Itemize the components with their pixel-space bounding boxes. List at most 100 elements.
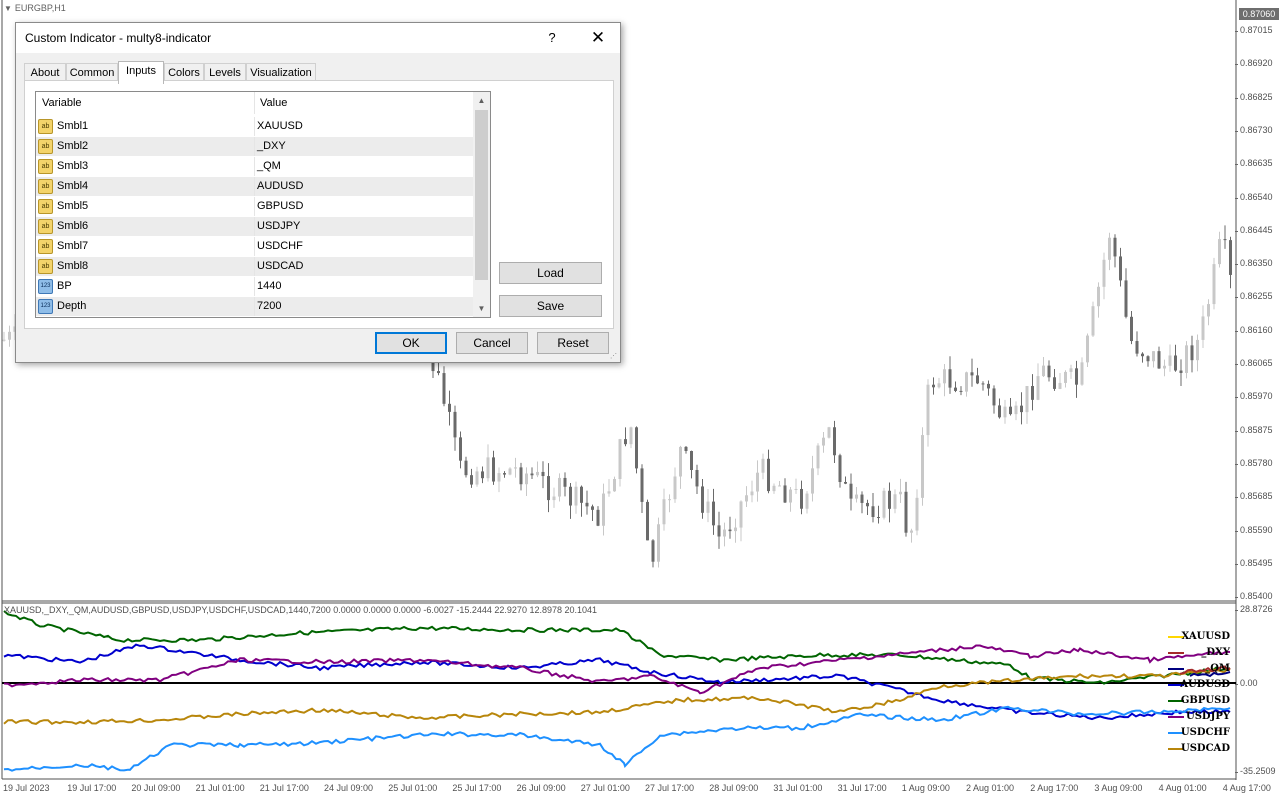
help-button[interactable]: ? bbox=[538, 23, 566, 53]
custom-indicator-dialog: Custom Indicator - multy8-indicator ? ✕ … bbox=[15, 22, 621, 363]
indicator-tick-label: 28.8726 bbox=[1235, 604, 1273, 614]
variable-value[interactable]: 7200 bbox=[257, 300, 281, 312]
price-tick-label: 0.85590 bbox=[1235, 524, 1273, 535]
cancel-button[interactable]: Cancel bbox=[456, 332, 528, 354]
variable-value[interactable]: 1440 bbox=[257, 280, 281, 292]
tab-inputs[interactable]: Inputs bbox=[118, 61, 164, 84]
legend-swatch bbox=[1168, 668, 1184, 670]
string-type-icon: ab bbox=[38, 239, 53, 254]
scroll-up-icon[interactable]: ▲ bbox=[473, 92, 490, 109]
table-scrollbar[interactable]: ▲ ▼ bbox=[473, 92, 490, 317]
price-tick-label: 0.87015 bbox=[1235, 25, 1273, 35]
scroll-thumb[interactable] bbox=[475, 110, 488, 280]
table-row[interactable]: ab Smbl5 GBPUSD bbox=[36, 197, 473, 217]
legend-label: GBPUSD bbox=[1180, 695, 1230, 706]
indicator-label: XAUUSD,_DXY,_QM,AUDUSD,GBPUSD,USDJPY,USD… bbox=[4, 605, 598, 615]
time-tick-label: 31 Jul 01:00 bbox=[773, 783, 823, 793]
time-tick-label: 3 Aug 09:00 bbox=[1094, 783, 1143, 793]
time-tick-label: 4 Aug 17:00 bbox=[1222, 783, 1271, 793]
time-tick-label: 21 Jul 17:00 bbox=[259, 783, 309, 793]
time-tick-label: 27 Jul 17:00 bbox=[645, 783, 695, 793]
table-row[interactable]: ab Smbl8 USDCAD bbox=[36, 257, 473, 277]
price-tick-label: 0.86540 bbox=[1235, 191, 1273, 202]
variable-name: Smbl3 bbox=[57, 160, 89, 172]
string-type-icon: ab bbox=[38, 179, 53, 194]
table-row[interactable]: ab Smbl1 XAUUSD bbox=[36, 117, 473, 137]
variable-name: Depth bbox=[57, 300, 87, 312]
legend-label: XAUUSD bbox=[1181, 631, 1231, 642]
load-button[interactable]: Load bbox=[499, 262, 602, 284]
price-tick-label: 0.86825 bbox=[1235, 91, 1273, 102]
table-row[interactable]: ab Smbl6 USDJPY bbox=[36, 217, 473, 237]
time-tick-label: 24 Jul 09:00 bbox=[324, 783, 374, 793]
indicator-series-line bbox=[3, 610, 1231, 685]
table-row[interactable]: 123 BP 1440 bbox=[36, 277, 473, 297]
ok-button[interactable]: OK bbox=[375, 332, 447, 354]
resize-grip-icon[interactable]: ⋰ bbox=[610, 352, 618, 360]
time-tick-label: 4 Aug 01:00 bbox=[1158, 783, 1207, 793]
inputs-table[interactable]: Variable Value ab Smbl1 XAUUSD ab Smbl2 _DXY a… bbox=[35, 91, 491, 318]
variable-value[interactable]: GBPUSD bbox=[257, 200, 303, 212]
legend-label: USDJPY bbox=[1185, 711, 1230, 722]
price-scale: 0.87015 0.86920 0.86825 0.86730 0.86635 0.865… bbox=[1235, 0, 1280, 602]
time-tick-label: 19 Jul 17:00 bbox=[67, 783, 117, 793]
time-tick-label: 2 Aug 01:00 bbox=[966, 783, 1015, 793]
price-tick-label: 0.85495 bbox=[1235, 557, 1273, 568]
table-row[interactable]: ab Smbl3 _QM bbox=[36, 157, 473, 177]
string-type-icon: ab bbox=[38, 139, 53, 154]
indicator-scale: 28.8726 0.00 -35.2509 bbox=[1235, 603, 1280, 779]
table-row[interactable]: ab Smbl4 AUDUSD bbox=[36, 177, 473, 197]
price-tick-label: 0.85685 bbox=[1235, 491, 1273, 502]
price-tick-label: 0.86730 bbox=[1235, 124, 1273, 135]
variable-value[interactable]: AUDUSD bbox=[257, 180, 303, 192]
time-tick-label: 21 Jul 01:00 bbox=[195, 783, 245, 793]
column-header-variable[interactable]: Variable bbox=[42, 97, 82, 109]
time-tick-label: 25 Jul 17:00 bbox=[452, 783, 502, 793]
indicator-tick-label: 0.00 bbox=[1235, 678, 1258, 688]
indicator-lines bbox=[3, 610, 1231, 772]
price-tick-label: 0.85400 bbox=[1235, 591, 1273, 602]
number-type-icon: 123 bbox=[38, 299, 53, 314]
variable-value[interactable]: USDCHF bbox=[257, 240, 303, 252]
variable-value[interactable]: USDCAD bbox=[257, 260, 303, 272]
time-tick-label: 26 Jul 09:00 bbox=[516, 783, 566, 793]
table-row[interactable]: ab Smbl7 USDCHF bbox=[36, 237, 473, 257]
dialog-titlebar[interactable]: Custom Indicator - multy8-indicator ? ✕ bbox=[16, 23, 620, 53]
indicator-series-line bbox=[3, 667, 1231, 725]
table-row[interactable]: ab Smbl2 _DXY bbox=[36, 137, 473, 157]
price-tick-label: 0.86920 bbox=[1235, 58, 1273, 69]
variable-value[interactable]: XAUUSD bbox=[257, 120, 303, 132]
variable-name: Smbl4 bbox=[57, 180, 89, 192]
column-header-value[interactable]: Value bbox=[260, 97, 287, 109]
variable-value[interactable]: _QM bbox=[257, 160, 281, 172]
price-tick-label: 0.86350 bbox=[1235, 258, 1273, 269]
variable-name: Smbl8 bbox=[57, 260, 89, 272]
time-tick-label: 2 Aug 17:00 bbox=[1030, 783, 1079, 793]
price-tick-label: 0.85970 bbox=[1235, 391, 1273, 402]
time-tick-label: 28 Jul 09:00 bbox=[709, 783, 759, 793]
legend-label: _DXY bbox=[1201, 647, 1230, 658]
scroll-down-icon[interactable]: ▼ bbox=[473, 300, 490, 317]
time-tick-label: 19 Jul 2023 bbox=[3, 783, 50, 793]
indicator-tick-label: -35.2509 bbox=[1235, 766, 1276, 776]
time-tick-label: 31 Jul 17:00 bbox=[837, 783, 887, 793]
save-button[interactable]: Save bbox=[499, 295, 602, 317]
variable-name: Smbl5 bbox=[57, 200, 89, 212]
number-type-icon: 123 bbox=[38, 279, 53, 294]
legend-swatch bbox=[1168, 716, 1184, 718]
variable-name: Smbl7 bbox=[57, 240, 89, 252]
table-row[interactable]: 123 Depth 7200 bbox=[36, 297, 473, 317]
legend-label: AUDUSD bbox=[1180, 679, 1230, 690]
table-header: Variable Value bbox=[36, 92, 490, 115]
string-type-icon: ab bbox=[38, 159, 53, 174]
price-tick-label: 0.86160 bbox=[1235, 324, 1273, 335]
time-tick-label: 1 Aug 09:00 bbox=[901, 783, 950, 793]
variable-value[interactable]: USDJPY bbox=[257, 220, 300, 232]
price-tick-label: 0.86445 bbox=[1235, 224, 1273, 235]
string-type-icon: ab bbox=[38, 199, 53, 214]
reset-button[interactable]: Reset bbox=[537, 332, 609, 354]
variable-value[interactable]: _DXY bbox=[257, 140, 286, 152]
variable-name: Smbl2 bbox=[57, 140, 89, 152]
close-icon[interactable]: ✕ bbox=[580, 23, 616, 53]
variable-name: BP bbox=[57, 280, 72, 292]
